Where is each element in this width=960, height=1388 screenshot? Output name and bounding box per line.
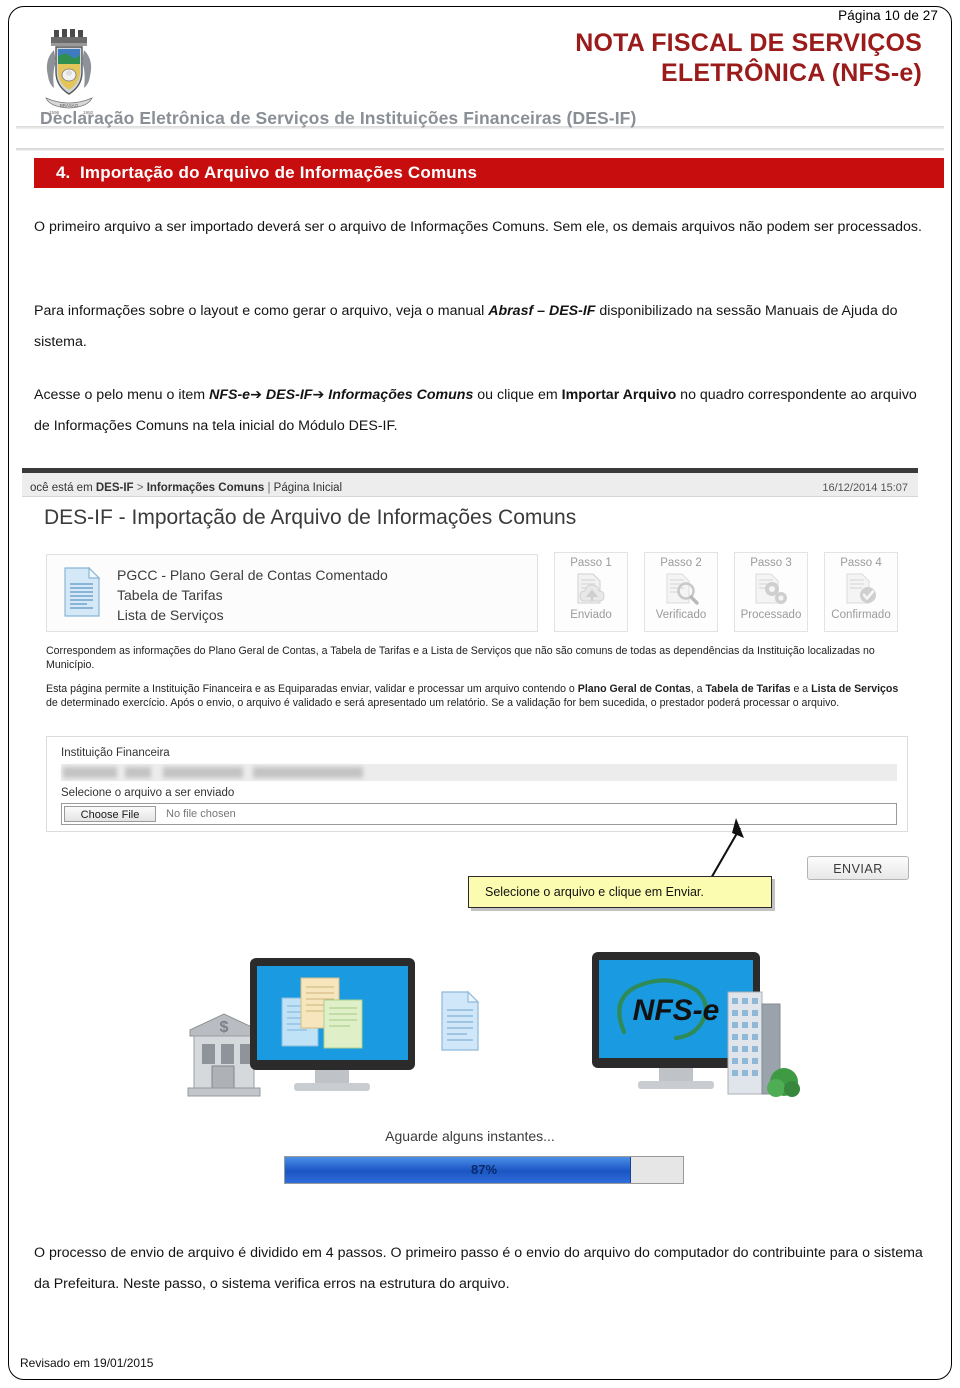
menu-item-nfse: NFS-e [209, 387, 251, 403]
redaction-blur [63, 767, 363, 778]
menu-path-text-e: ou clique em [473, 387, 562, 403]
document-types-list: PGCC - Plano Geral de Contas Comentado T… [117, 565, 388, 625]
embedded-app-screenshot: ocê está em DES-IF > Informações Comuns … [22, 468, 918, 1228]
menu-item-informacoes-comuns: Informações Comuns [328, 387, 474, 403]
step-1-status: Enviado [570, 609, 612, 621]
arrow-right-icon: ➔ [250, 387, 262, 403]
monitor-with-documents-icon [250, 958, 415, 1091]
step-2-status: Verificado [655, 609, 707, 621]
doc-type-servicos: Lista de Serviços [117, 607, 224, 623]
step-3-processado: Passo 3 Processado [734, 552, 808, 632]
breadcrumb-bar: ocê está em DES-IF > Informações Comuns … [22, 473, 918, 497]
upload-illustration: $ NFS-e [172, 940, 812, 1120]
desc2-servicos: Lista de Serviços [811, 683, 899, 695]
breadcrumb-home-link[interactable]: Página Inicial [274, 482, 342, 494]
section-number: 4. [56, 163, 71, 182]
desc2-part-g: de determinado exercício. Após o envio, … [46, 697, 840, 709]
step-1-enviado: Passo 1 Enviado [554, 552, 628, 632]
svg-text:NFS-e: NFS-e [633, 994, 720, 1027]
desc2-part-e: e a [790, 683, 812, 695]
paragraph-intro-text: O primeiro arquivo a ser importado dever… [34, 219, 922, 235]
bank-building-icon: $ [187, 1013, 261, 1097]
header-title-block: NOTA FISCAL DE SERVIÇOS ELETRÔNICA (NFS-… [575, 28, 922, 88]
desc2-pgc: Plano Geral de Contas [577, 683, 691, 695]
panel-description-2: Esta página permite a Instituição Financ… [46, 682, 908, 710]
callout-text: Selecione o arquivo e clique em Enviar. [485, 885, 704, 899]
progress-bar: 87% [284, 1156, 684, 1184]
step-2-label: Passo 2 [660, 557, 702, 569]
magnifier-document-icon [645, 571, 717, 609]
breadcrumb-timestamp: 16/12/2014 15:07 [822, 482, 908, 494]
check-document-icon [825, 571, 897, 609]
button-name-importar-arquivo: Importar Arquivo [561, 387, 677, 403]
document-title-line-1: NOTA FISCAL DE SERVIÇOS [575, 29, 922, 57]
progress-percent-label: 87% [470, 1162, 498, 1177]
institution-label: Instituição Financeira [61, 747, 170, 759]
callout-box: Selecione o arquivo e clique em Enviar. [468, 876, 772, 908]
menu-item-desif: DES-IF [265, 387, 313, 403]
document-icon [63, 566, 101, 617]
step-2-verificado: Passo 2 Verificado [644, 552, 718, 632]
breadcrumb-module[interactable]: DES-IF [96, 482, 134, 494]
section-title: Importação do Arquivo de Informações Com… [80, 163, 478, 182]
choose-file-button[interactable]: Choose File [64, 806, 156, 822]
desc2-tarifas: Tabela de Tarifas [705, 683, 791, 695]
svg-text:$: $ [220, 1019, 229, 1036]
transfer-document-icon [441, 990, 480, 1051]
file-select-label: Selecione o arquivo a ser enviado [61, 787, 235, 799]
step-1-label: Passo 1 [570, 557, 612, 569]
document-types-panel: PGCC - Plano Geral de Contas Comentado T… [46, 554, 538, 632]
paragraph-process-steps: O processo de envio de arquivo é dividid… [34, 1245, 923, 1292]
page-footer: Revisado em 19/01/2015 [20, 1356, 154, 1370]
document-subtitle: Declaração Eletrônica de Serviços de Ins… [40, 108, 637, 128]
breadcrumb-separator-2: | [267, 482, 271, 494]
step-4-label: Passo 4 [840, 557, 882, 569]
header-divider-bottom [16, 148, 944, 151]
progress-label: Aguarde alguns instantes... [385, 1128, 555, 1144]
page-number: Página 10 de 27 [838, 8, 938, 23]
breadcrumb-section[interactable]: Informações Comuns [147, 482, 265, 494]
manual-name: Abrasf – DES-IF [488, 303, 596, 319]
breadcrumb-separator-1: > [136, 482, 144, 494]
step-3-label: Passo 3 [750, 557, 792, 569]
document-title-line-2: ELETRÔNICA (NFS-e) [661, 59, 922, 87]
step-3-status: Processado [740, 609, 802, 621]
gears-document-icon [735, 571, 807, 609]
menu-path-text-a: Acesse o pelo menu o item [34, 387, 210, 403]
app-page-title: DES-IF - Importação de Arquivo de Inform… [44, 506, 577, 529]
section-heading-bar: 4. Importação do Arquivo de Informações … [34, 158, 944, 188]
step-4-status: Confirmado [831, 609, 891, 621]
institution-value-redacted [61, 764, 897, 781]
file-name-placeholder: No file chosen [166, 808, 236, 820]
breadcrumb: ocê está em DES-IF > Informações Comuns … [30, 482, 342, 494]
cloud-upload-icon [555, 571, 627, 609]
paragraph-manual: Para informações sobre o layout e como g… [34, 296, 934, 358]
step-indicators: Passo 1 Enviado Passo 2 Verificado Passo… [554, 552, 906, 634]
paragraph-menu-path: Acesse o pelo menu o item NFS-e➔ DES-IF➔… [34, 380, 934, 442]
arrow-right-icon-2: ➔ [312, 387, 325, 403]
desc2-part-a: Esta página permite a Instituição Financ… [46, 683, 578, 695]
paragraph-intro: O primeiro arquivo a ser importado dever… [34, 212, 934, 243]
panel-description-1: Correspondem as informações do Plano Ger… [46, 645, 875, 671]
doc-type-tarifas: Tabela de Tarifas [117, 587, 223, 603]
paragraph-manual-text-a: Para informações sobre o layout e como g… [34, 303, 489, 319]
step-4-confirmado: Passo 4 Confirmado [824, 552, 898, 632]
breadcrumb-prefix: ocê está em [30, 482, 93, 494]
enviar-button[interactable]: ENVIAR [807, 856, 909, 880]
desc2-part-c: , a [690, 683, 706, 695]
city-building-icon [727, 991, 800, 1097]
doc-type-pgcc: PGCC - Plano Geral de Contas Comentado [117, 567, 388, 583]
